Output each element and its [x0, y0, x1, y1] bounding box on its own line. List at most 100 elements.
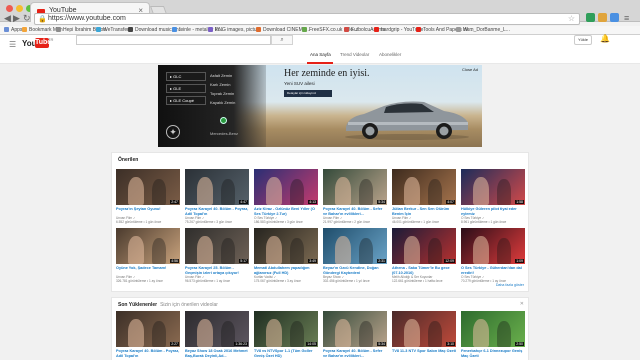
tab-trending[interactable]: Trend Videolar [340, 52, 369, 57]
video-title[interactable]: Memati Abdullahem yapadığım ağlanırsız (… [254, 266, 318, 275]
video-card[interactable]: 2:47 Poyraz'ın Şeytan Oyunu! Unvan Film ✓ 6… [116, 169, 180, 225]
video-title[interactable]: Poyraz Karayel 40. Bölüm - Sefer ve Baha… [323, 349, 387, 358]
video-thumbnail[interactable]: 4:47 [185, 169, 249, 205]
video-title[interactable]: Poyraz Karayel 25. Bölüm - Geçmişin izle… [185, 266, 249, 275]
video-meta: 326.781 görüntüleme • 1 ay önce [116, 279, 163, 283]
video-thumbnail[interactable]: 2:50 [461, 311, 525, 347]
video-card[interactable]: 2:31 Beyaz'ın Özcü Kendine, Doğan Gönderg… [323, 228, 387, 284]
thumbnail-figure [497, 321, 511, 347]
upload-button[interactable]: Yükle [574, 35, 592, 45]
region-code: TR [48, 37, 54, 42]
bookmark-item[interactable]: PNG images, pictu... [208, 27, 261, 33]
video-thumbnail[interactable]: 3:49 [254, 228, 318, 264]
ad-cta-button[interactable]: Detaylar için tıklayınız [284, 90, 332, 97]
bookmark-item[interactable]: Hem_DorBanme_L... [456, 27, 510, 33]
ad-close-button[interactable]: Close Ad [462, 67, 478, 72]
video-card[interactable]: 3:49 Memati Abdullahem yapadığım ağlanırs… [254, 228, 318, 284]
video-title[interactable]: Hülkiye Güleren pilot tiyai eder eylemiz [461, 207, 525, 216]
video-thumbnail[interactable]: 1:36:23 [185, 311, 249, 347]
video-title[interactable]: Öyüne Yok, Şadece Tamam! [116, 266, 180, 275]
thumbnail-figure [266, 319, 282, 347]
search-button[interactable]: ⌕ [271, 35, 293, 45]
video-card[interactable]: 3:10 TV8 11-3 NTV Spor Salon Maç Özeti [392, 311, 456, 360]
video-title[interactable]: Athena - Saka Tümer'le Bu gece (07.10.20… [392, 266, 456, 275]
video-meta: 186.583 görüntüleme • 3 gün önce [254, 220, 303, 224]
video-thumbnail[interactable]: 5:34 [323, 311, 387, 347]
video-card[interactable]: 2:27 Poyraz Karayel 40. Bölüm - Poyraz, A… [116, 311, 180, 360]
video-card[interactable]: 1:36:23 Beyaz Show 18 Ocak 2016 Mehmet Ba… [185, 311, 249, 360]
video-title[interactable]: TV8 11-3 NTV Spor Salon Maç Özeti [392, 349, 456, 358]
ad-button-gle[interactable]: ▸ GLE [166, 84, 206, 93]
video-thumbnail[interactable]: 2:27 [116, 311, 180, 347]
ad-banner[interactable]: ▸ GLC ▸ GLE ▸ GLE Coupé Asfalt Zemin Kar… [158, 65, 482, 147]
video-card[interactable]: 4:13 Aziz Kiraz - Özlünüz Beni Yıller (O … [254, 169, 318, 225]
video-thumbnail[interactable]: 4:07 [392, 169, 456, 205]
video-title[interactable]: Poyraz'ın Şeytan Oyunu! [116, 207, 180, 216]
ad-button-glc[interactable]: ▸ GLC [166, 72, 206, 81]
video-thumbnail[interactable]: 2:47 [116, 169, 180, 205]
video-card[interactable]: 5:17 Poyraz Karayel 25. Bölüm - Geçmişin … [185, 228, 249, 284]
video-duration: 5:17 [239, 259, 248, 263]
video-duration: 1:58 [515, 200, 524, 204]
extension-icon[interactable] [598, 13, 607, 22]
video-card[interactable]: 12:09 Athena - Saka Tümer'le Bu gece (07.… [392, 228, 456, 284]
recent-uploads-panel: Son Yüklenenler Sizin için önerilen video… [111, 297, 529, 360]
video-duration: 14:05 [306, 342, 317, 346]
video-thumbnail[interactable]: 5:17 [185, 228, 249, 264]
video-thumbnail[interactable]: 3:10 [392, 311, 456, 347]
video-title[interactable]: Poyraz Karayel 40. Bölüm - Poyraz, Adil … [116, 349, 180, 358]
video-title[interactable]: O Ses Türkiye - Güherdan'dan dal erediri… [461, 266, 525, 275]
video-meta: 75.267 görüntüleme • 3 gün önce [185, 220, 233, 224]
menu-icon[interactable]: ≡ [624, 13, 629, 23]
notification-bell-icon[interactable]: 🔔 [600, 34, 610, 43]
video-card[interactable]: 1:58 Hülkiye Güleren pilot tiyai eder eyl… [461, 169, 525, 225]
bookmark-favicon-icon [344, 27, 349, 32]
video-thumbnail[interactable]: 5:34 [323, 169, 387, 205]
bookmark-star-icon[interactable]: ☆ [568, 14, 575, 23]
video-card[interactable]: 5:34 Poyraz Karayel 40. Bölüm - Sefer ve … [323, 311, 387, 360]
video-thumbnail[interactable]: 12:09 [392, 228, 456, 264]
address-bar[interactable]: 🔒 https://www.youtube.com ☆ [34, 13, 580, 25]
video-card[interactable]: 4:07 Jülian Berkur - Sen Sen Ölürüm Benim… [392, 169, 456, 225]
back-arrow-icon[interactable]: ◀ [4, 13, 11, 24]
video-title[interactable]: Poyraz Karayel 40. Bölüm - Sefer ve Baha… [323, 207, 387, 216]
bookmark-item[interactable]: WeTransfer [96, 27, 129, 33]
video-title[interactable]: Fenerbahçe 6-1 Dinnezupor Geniş Maç Özet… [461, 349, 525, 358]
video-duration: 3:49 [308, 259, 317, 263]
tab-subscriptions[interactable]: Abonelikler [379, 52, 401, 57]
thumbnail-figure [497, 179, 511, 205]
ad-button-gle-coupe[interactable]: ▸ GLE Coupé [166, 96, 206, 105]
video-thumbnail[interactable]: 4:13 [254, 169, 318, 205]
video-title[interactable]: Beyaz'ın Özcü Kendine, Doğan Göndergi Ka… [323, 266, 387, 275]
minimize-window-button[interactable] [16, 5, 23, 12]
video-card[interactable]: 5:34 Poyraz Karayel 40. Bölüm - Sefer ve … [323, 169, 387, 225]
search-input[interactable] [76, 35, 271, 45]
video-thumbnail[interactable]: 1:58 [461, 169, 525, 205]
video-thumbnail[interactable]: 14:05 [254, 311, 318, 347]
video-thumbnail[interactable]: 1:09 [461, 228, 525, 264]
video-title[interactable]: TV8 vs NTVSpor 1-1 (Tüm Goller Geniş Öze… [254, 349, 318, 358]
video-title[interactable]: Poyraz Karayel 40. Bölüm - Poyraz, Adil … [185, 207, 249, 216]
video-thumbnail[interactable]: 4:56 [116, 228, 180, 264]
extension-icon[interactable] [586, 13, 595, 22]
tab-home[interactable]: Ana Sayfa [310, 52, 331, 57]
video-meta: 6.552 görüntüleme • 1 gün önce [116, 220, 162, 224]
show-more-link[interactable]: Daha fazla göster [496, 283, 524, 287]
panel-close-icon[interactable]: ✕ [520, 301, 524, 307]
extension-icon[interactable] [610, 13, 619, 22]
video-duration: 2:27 [170, 342, 179, 346]
video-thumbnail[interactable]: 2:31 [323, 228, 387, 264]
video-title[interactable]: Aziz Kiraz - Özlünüz Beni Yıller (O Ses … [254, 207, 318, 216]
bookmark-favicon-icon [172, 27, 177, 32]
video-card[interactable]: 4:47 Poyraz Karayel 40. Bölüm - Poyraz, A… [185, 169, 249, 225]
video-title[interactable]: Jülian Berkur - Sen Sen Ölürüm Benim İçi… [392, 207, 456, 216]
reload-icon[interactable]: ↻ [23, 13, 31, 24]
video-card[interactable]: 2:50 Fenerbahçe 6-1 Dinnezupor Geniş Maç … [461, 311, 525, 360]
video-card[interactable]: 14:05 TV8 vs NTVSpor 1-1 (Tüm Goller Geni… [254, 311, 318, 360]
forward-arrow-icon[interactable]: ▶ [13, 13, 20, 24]
close-window-button[interactable] [6, 5, 13, 12]
video-card[interactable]: 4:56 Öyüne Yok, Şadece Tamam! Unvan Film ✓… [116, 228, 180, 284]
video-title[interactable]: Beyaz Show 18 Ocak 2016 Mehmet Baş,Burak… [185, 349, 249, 358]
video-card[interactable]: 1:09 O Ses Türkiye - Güherdan'dan dal ere… [461, 228, 525, 284]
bookmark-item[interactable]: Apps [4, 27, 22, 33]
